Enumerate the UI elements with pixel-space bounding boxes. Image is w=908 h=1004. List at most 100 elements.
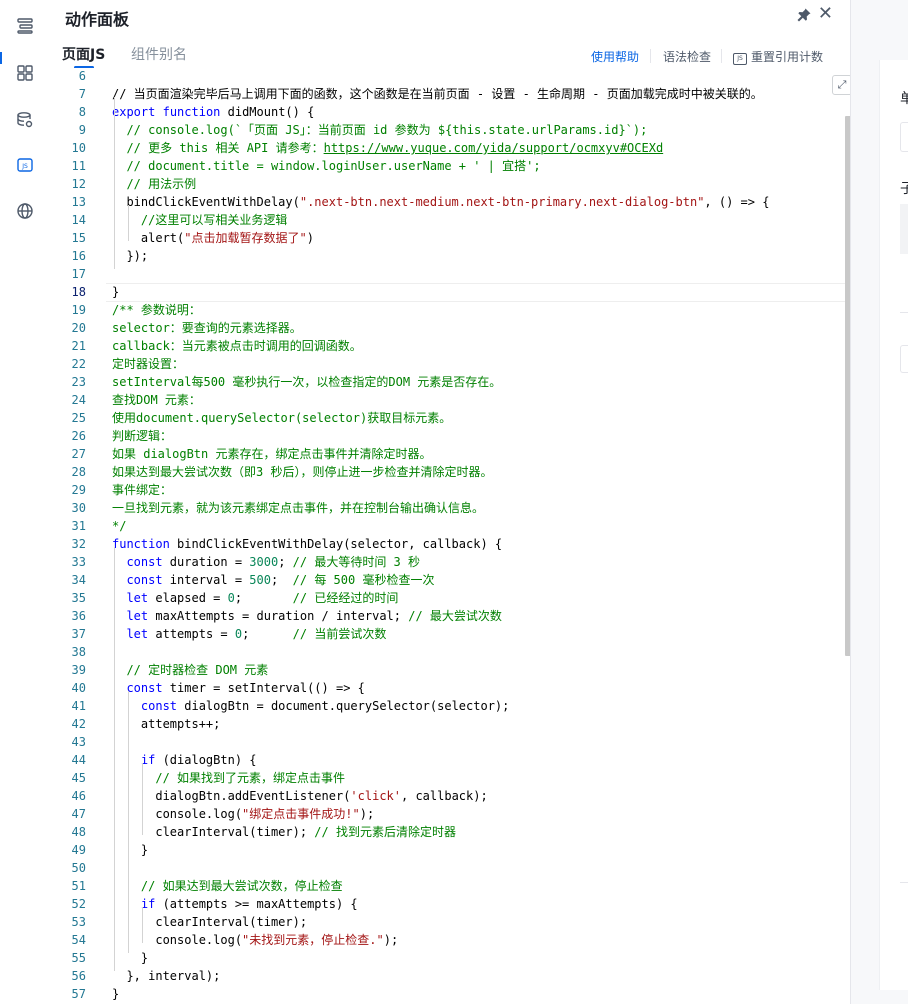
tab-page-js[interactable]: 页面JS [62,44,105,64]
code-line[interactable]: 26 判断逻辑： [60,427,850,445]
line-number: 56 [71,969,86,983]
outline-icon[interactable] [13,14,37,38]
code-line[interactable]: 41 const dialogBtn = document.querySelec… [60,697,850,715]
settings-input[interactable] [900,345,908,373]
line-code: } [112,843,149,857]
expand-editor-icon[interactable]: ⤢ [832,75,850,95]
line-code: export function didMount() { [112,105,315,119]
line-number: 22 [71,357,86,371]
line-code: selector：要查询的元素选择器。 [112,321,302,335]
line-number: 38 [71,645,86,659]
code-line[interactable]: 21 callback：当元素被点击时调用的回调函数。 [60,337,850,355]
code-line[interactable]: 19 /** 参数说明： [60,301,850,319]
line-number: 54 [71,933,86,947]
code-line[interactable]: 51 // 如果达到最大尝试次数，停止检查 [60,877,850,895]
code-line[interactable]: 34 const interval = 500; // 每 500 毫秒检查一次 [60,571,850,589]
code-line[interactable]: 39 // 定时器检查 DOM 元素 [60,661,850,679]
code-line[interactable]: 31 */ [60,517,850,535]
code-line[interactable]: 9 // console.log(`「页面 JS」：当前页面 id 参数为 ${… [60,121,850,139]
tab-component-alias[interactable]: 组件别名 [131,44,187,64]
code-line[interactable]: 15 alert("点击加载暂存数据了") [60,229,850,247]
code-line[interactable]: 6 [60,68,850,85]
divider [900,312,908,313]
code-line[interactable]: 57} [60,985,850,1003]
line-code: 如果 dialogBtn 元素存在，绑定点击事件并清除定时器。 [112,447,432,461]
help-link[interactable]: 使用帮助 [591,48,639,65]
code-line[interactable]: 46 dialogBtn.addEventListener('click', c… [60,787,850,805]
panel-title: 动作面板 [65,10,130,29]
editor-scrollbar[interactable] [845,116,850,656]
code-line[interactable]: 49 } [60,841,850,859]
code-line[interactable]: 27 如果 dialogBtn 元素存在，绑定点击事件并清除定时器。 [60,445,850,463]
code-line[interactable]: 42 attempts++; [60,715,850,733]
code-line[interactable]: 23 setInterval每500 毫秒执行一次，以检查指定的DOM 元素是否存… [60,373,850,391]
globe-icon[interactable] [13,199,37,223]
code-line[interactable]: 54 console.log("未找到元素，停止检查."); [60,931,850,949]
line-number: 28 [71,465,86,479]
line-code: 如果达到最大尝试次数（即3 秒后），则停止进一步检查并清除定时器。 [112,465,493,479]
code-lines[interactable]: 6 7 // 当页面渲染完毕后马上调用下面的函数，这个函数是在当前页面 - 设置 -… [60,68,850,1004]
code-line[interactable]: 40 const timer = setInterval(() => { [60,679,850,697]
code-line[interactable]: 30 一旦找到元素，就为该元素绑定点击事件，并在控制台输出确认信息。 [60,499,850,517]
code-line[interactable]: 38 [60,643,850,661]
code-line[interactable]: 44 if (dialogBtn) { [60,751,850,769]
line-number: 29 [71,483,86,497]
code-line[interactable]: 11 // document.title = window.loginUser.… [60,157,850,175]
line-code: let attempts = 0; // 当前尝试次数 [126,627,387,641]
line-code: // 更多 this 相关 API 请参考：https://www.yuque.… [126,141,664,155]
code-line[interactable]: 28 如果达到最大尝试次数（即3 秒后），则停止进一步检查并清除定时器。 [60,463,850,481]
code-line[interactable]: 50 [60,859,850,877]
code-line[interactable]: 36 let maxAttempts = duration / interval… [60,607,850,625]
line-number: 26 [71,429,86,443]
code-line[interactable]: 22 定时器设置： [60,355,850,373]
code-line[interactable]: 12 // 用法示例 [60,175,850,193]
code-line[interactable]: 33 const duration = 3000; // 最大等待时间 3 秒 [60,553,850,571]
code-line[interactable]: 10 // 更多 this 相关 API 请参考：https://www.yuq… [60,139,850,157]
line-number: 14 [71,213,86,227]
code-line[interactable]: 52 if (attempts >= maxAttempts) { [60,895,850,913]
settings-label: 子 [900,181,908,197]
line-code: 事件绑定： [112,483,173,497]
code-line[interactable]: 7 // 当页面渲染完毕后马上调用下面的函数，这个函数是在当前页面 - 设置 - … [60,85,850,103]
pin-icon[interactable] [796,7,812,23]
left-icon-rail: JS [0,0,51,1004]
code-line[interactable]: 47 console.log("绑定点击事件成功!"); [60,805,850,823]
line-number: 10 [71,141,86,155]
line-code: const duration = 3000; // 最大等待时间 3 秒 [126,555,420,569]
code-line[interactable]: 35 let elapsed = 0; // 已经经过的时间 [60,589,850,607]
code-line[interactable]: 16 }); [60,247,850,265]
code-line[interactable]: 37 let attempts = 0; // 当前尝试次数 [60,625,850,643]
code-line[interactable]: 29 事件绑定： [60,481,850,499]
code-line[interactable]: 48 clearInterval(timer); // 找到元素后清除定时器 [60,823,850,841]
lint-button[interactable]: 语法检查 [663,48,711,65]
line-code: let maxAttempts = duration / interval; /… [126,609,502,623]
code-line[interactable]: 56 }, interval); [60,967,850,985]
code-line[interactable]: 53 clearInterval(timer); [60,913,850,931]
components-icon[interactable] [13,61,37,85]
toolbar-divider [721,49,722,63]
code-line[interactable]: 20 selector：要查询的元素选择器。 [60,319,850,337]
code-line[interactable]: 55 } [60,949,850,967]
code-line[interactable]: 45 // 如果找到了元素，绑定点击事件 [60,769,850,787]
code-line[interactable]: 8 export function didMount() { [60,103,850,121]
code-line[interactable]: 25 使用document.querySelector(selector)获取目标… [60,409,850,427]
line-number: 21 [71,339,86,353]
js-icon[interactable]: JS [13,153,37,177]
code-line[interactable]: 24 查找DOM 元素： [60,391,850,409]
line-code: } [112,987,120,1001]
code-editor[interactable]: 6 7 // 当页面渲染完毕后马上调用下面的函数，这个函数是在当前页面 - 设置 -… [60,68,850,1004]
recount-button[interactable]: JS 重置引用计数 [733,48,823,65]
line-number: 16 [71,249,86,263]
line-code: 一旦找到元素，就为该元素绑定点击事件，并在控制台输出确认信息。 [112,501,485,515]
code-line[interactable]: 17 [60,265,850,283]
datasource-icon[interactable] [13,108,37,132]
close-icon[interactable]: ✕ [818,5,833,23]
code-line[interactable]: 18} [60,283,850,302]
line-code: clearInterval(timer); // 找到元素后清除定时器 [112,825,456,839]
settings-input[interactable] [900,122,908,152]
code-line[interactable]: 13 bindClickEventWithDelay(".next-btn.ne… [60,193,850,211]
line-number: 34 [71,573,86,587]
code-line[interactable]: 32 function bindClickEventWithDelay(selec… [60,535,850,553]
code-line[interactable]: 14 //这里可以写相关业务逻辑 [60,211,850,229]
code-line[interactable]: 43 [60,733,850,751]
